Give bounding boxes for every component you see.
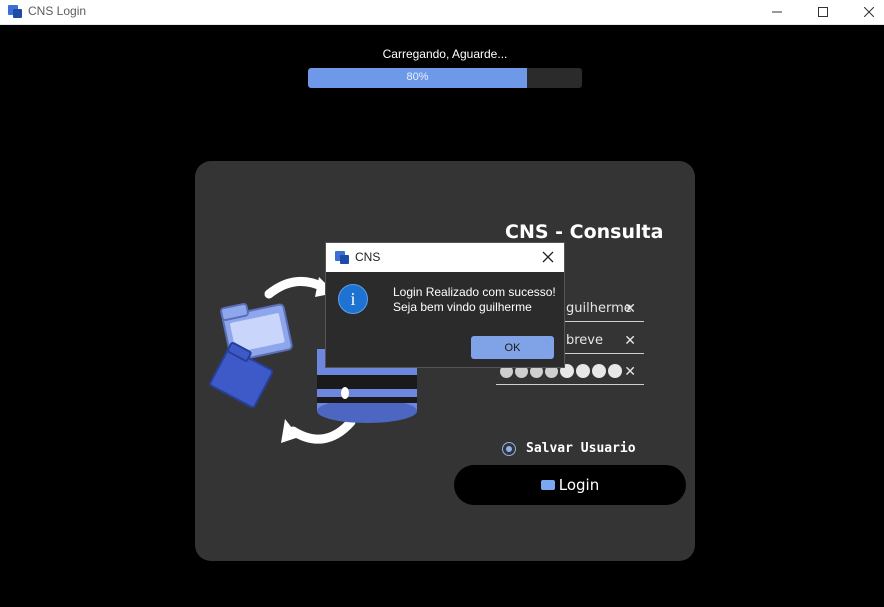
close-button[interactable]	[846, 0, 884, 24]
maximize-button[interactable]	[800, 0, 846, 24]
computer-icon	[540, 480, 555, 490]
save-user-label[interactable]: Salvar Usuario	[526, 441, 636, 456]
app-title: CNS - Consulta	[505, 221, 664, 243]
ok-button[interactable]: OK	[471, 336, 554, 359]
window-title: CNS Login	[28, 4, 87, 18]
dialog-titlebar[interactable]: CNS	[326, 243, 564, 272]
progress-bar: 80%	[308, 68, 582, 88]
save-user-radio[interactable]	[502, 442, 516, 456]
loading-text: Carregando, Aguarde...	[382, 47, 508, 61]
maximize-icon	[818, 7, 828, 17]
clear-username-icon[interactable]: ✕	[624, 301, 636, 317]
clear-password-icon[interactable]: ✕	[624, 364, 636, 380]
radio-selected-indicator	[506, 446, 512, 452]
app-logo-icon	[8, 5, 22, 18]
dialog-message-line1: Login Realizado com sucesso!	[393, 285, 556, 299]
password-dot	[576, 364, 590, 378]
minimize-button[interactable]	[754, 0, 800, 24]
login-button[interactable]: Login	[454, 465, 686, 505]
server-value: breve	[566, 333, 604, 348]
login-button-label: Login	[558, 476, 600, 494]
window-titlebar[interactable]: CNS Login	[0, 0, 884, 25]
close-icon	[864, 7, 874, 17]
dialog-message-line2: Seja bem vindo guilherme	[393, 300, 532, 314]
minimize-icon	[772, 11, 782, 13]
dialog-close-icon[interactable]	[538, 247, 558, 267]
progress-label: 80%	[406, 71, 429, 83]
clear-server-icon[interactable]: ✕	[624, 333, 636, 349]
app-logo-icon	[335, 251, 349, 264]
password-dot	[592, 364, 606, 378]
password-dot	[608, 364, 622, 378]
dialog-message: Login Realizado com sucesso! Seja bem vi…	[393, 285, 556, 315]
message-dialog: CNS i Login Realizado com sucesso! Seja …	[325, 242, 565, 368]
info-icon: i	[338, 284, 368, 314]
username-value: guilherme	[566, 301, 632, 316]
dialog-title: CNS	[355, 250, 381, 264]
